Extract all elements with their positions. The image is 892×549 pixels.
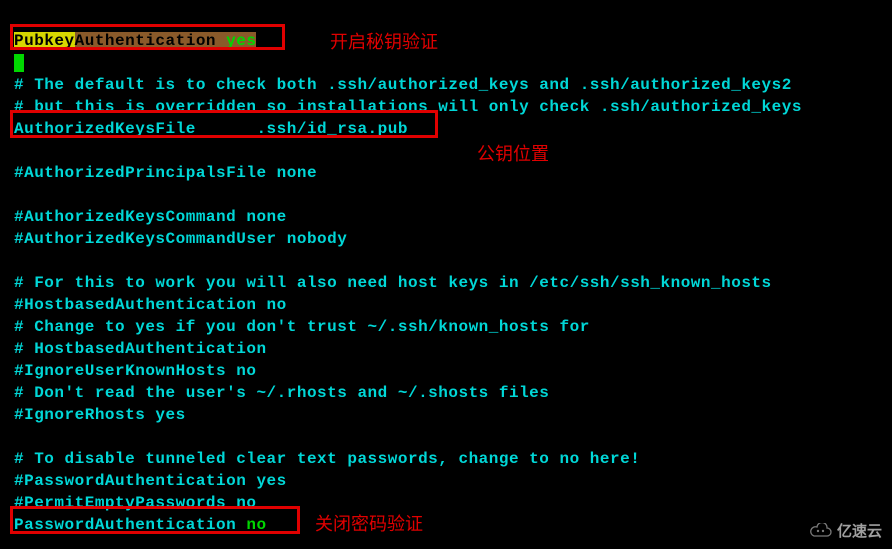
empty-line: [14, 8, 878, 30]
annotation-authkeys: 公钥位置: [477, 140, 549, 166]
comment-line: # Change to yes if you don't trust ~/.ss…: [14, 316, 878, 338]
comment-line: #AuthorizedKeysCommandUser nobody: [14, 228, 878, 250]
pubkey-highlight: Pubkey: [14, 32, 75, 50]
comment-line: # HostbasedAuthentication: [14, 338, 878, 360]
empty-line: [14, 140, 878, 162]
watermark-text: 亿速云: [837, 520, 882, 541]
empty-line: [14, 426, 878, 448]
cursor-line: [14, 52, 878, 74]
comment-line: #AuthorizedPrincipalsFile none: [14, 162, 878, 184]
comment-line: # To disable tunneled clear text passwor…: [14, 448, 878, 470]
config-line-pubkey: PubkeyAuthentication yes: [14, 30, 878, 52]
comment-line: #IgnoreUserKnownHosts no: [14, 360, 878, 382]
auth-highlight: Authentication: [75, 32, 216, 50]
config-line-authkeys: AuthorizedKeysFile .ssh/id_rsa.pub: [14, 118, 878, 140]
comment-line: #IgnoreRhosts yes: [14, 404, 878, 426]
comment-line: # Don't read the user's ~/.rhosts and ~/…: [14, 382, 878, 404]
comment-line: # The default is to check both .ssh/auth…: [14, 74, 878, 96]
no-value: no: [246, 516, 266, 534]
empty-line: [14, 184, 878, 206]
terminal-content: PubkeyAuthentication yes # The default i…: [14, 8, 878, 536]
cloud-icon: [807, 523, 833, 539]
config-line-password: PasswordAuthentication no: [14, 514, 878, 536]
watermark: 亿速云: [807, 520, 882, 541]
comment-line: #PermitEmptyPasswords no: [14, 492, 878, 514]
annotation-password: 关闭密码验证: [315, 510, 423, 536]
comment-line: # but this is overridden so installation…: [14, 96, 878, 118]
comment-line: # For this to work you will also need ho…: [14, 272, 878, 294]
comment-line: #HostbasedAuthentication no: [14, 294, 878, 316]
comment-line: #PasswordAuthentication yes: [14, 470, 878, 492]
annotation-pubkey: 开启秘钥验证: [330, 28, 438, 54]
yes-value: yes: [226, 32, 256, 50]
empty-line: [14, 250, 878, 272]
comment-line: #AuthorizedKeysCommand none: [14, 206, 878, 228]
terminal-cursor: [14, 54, 24, 72]
